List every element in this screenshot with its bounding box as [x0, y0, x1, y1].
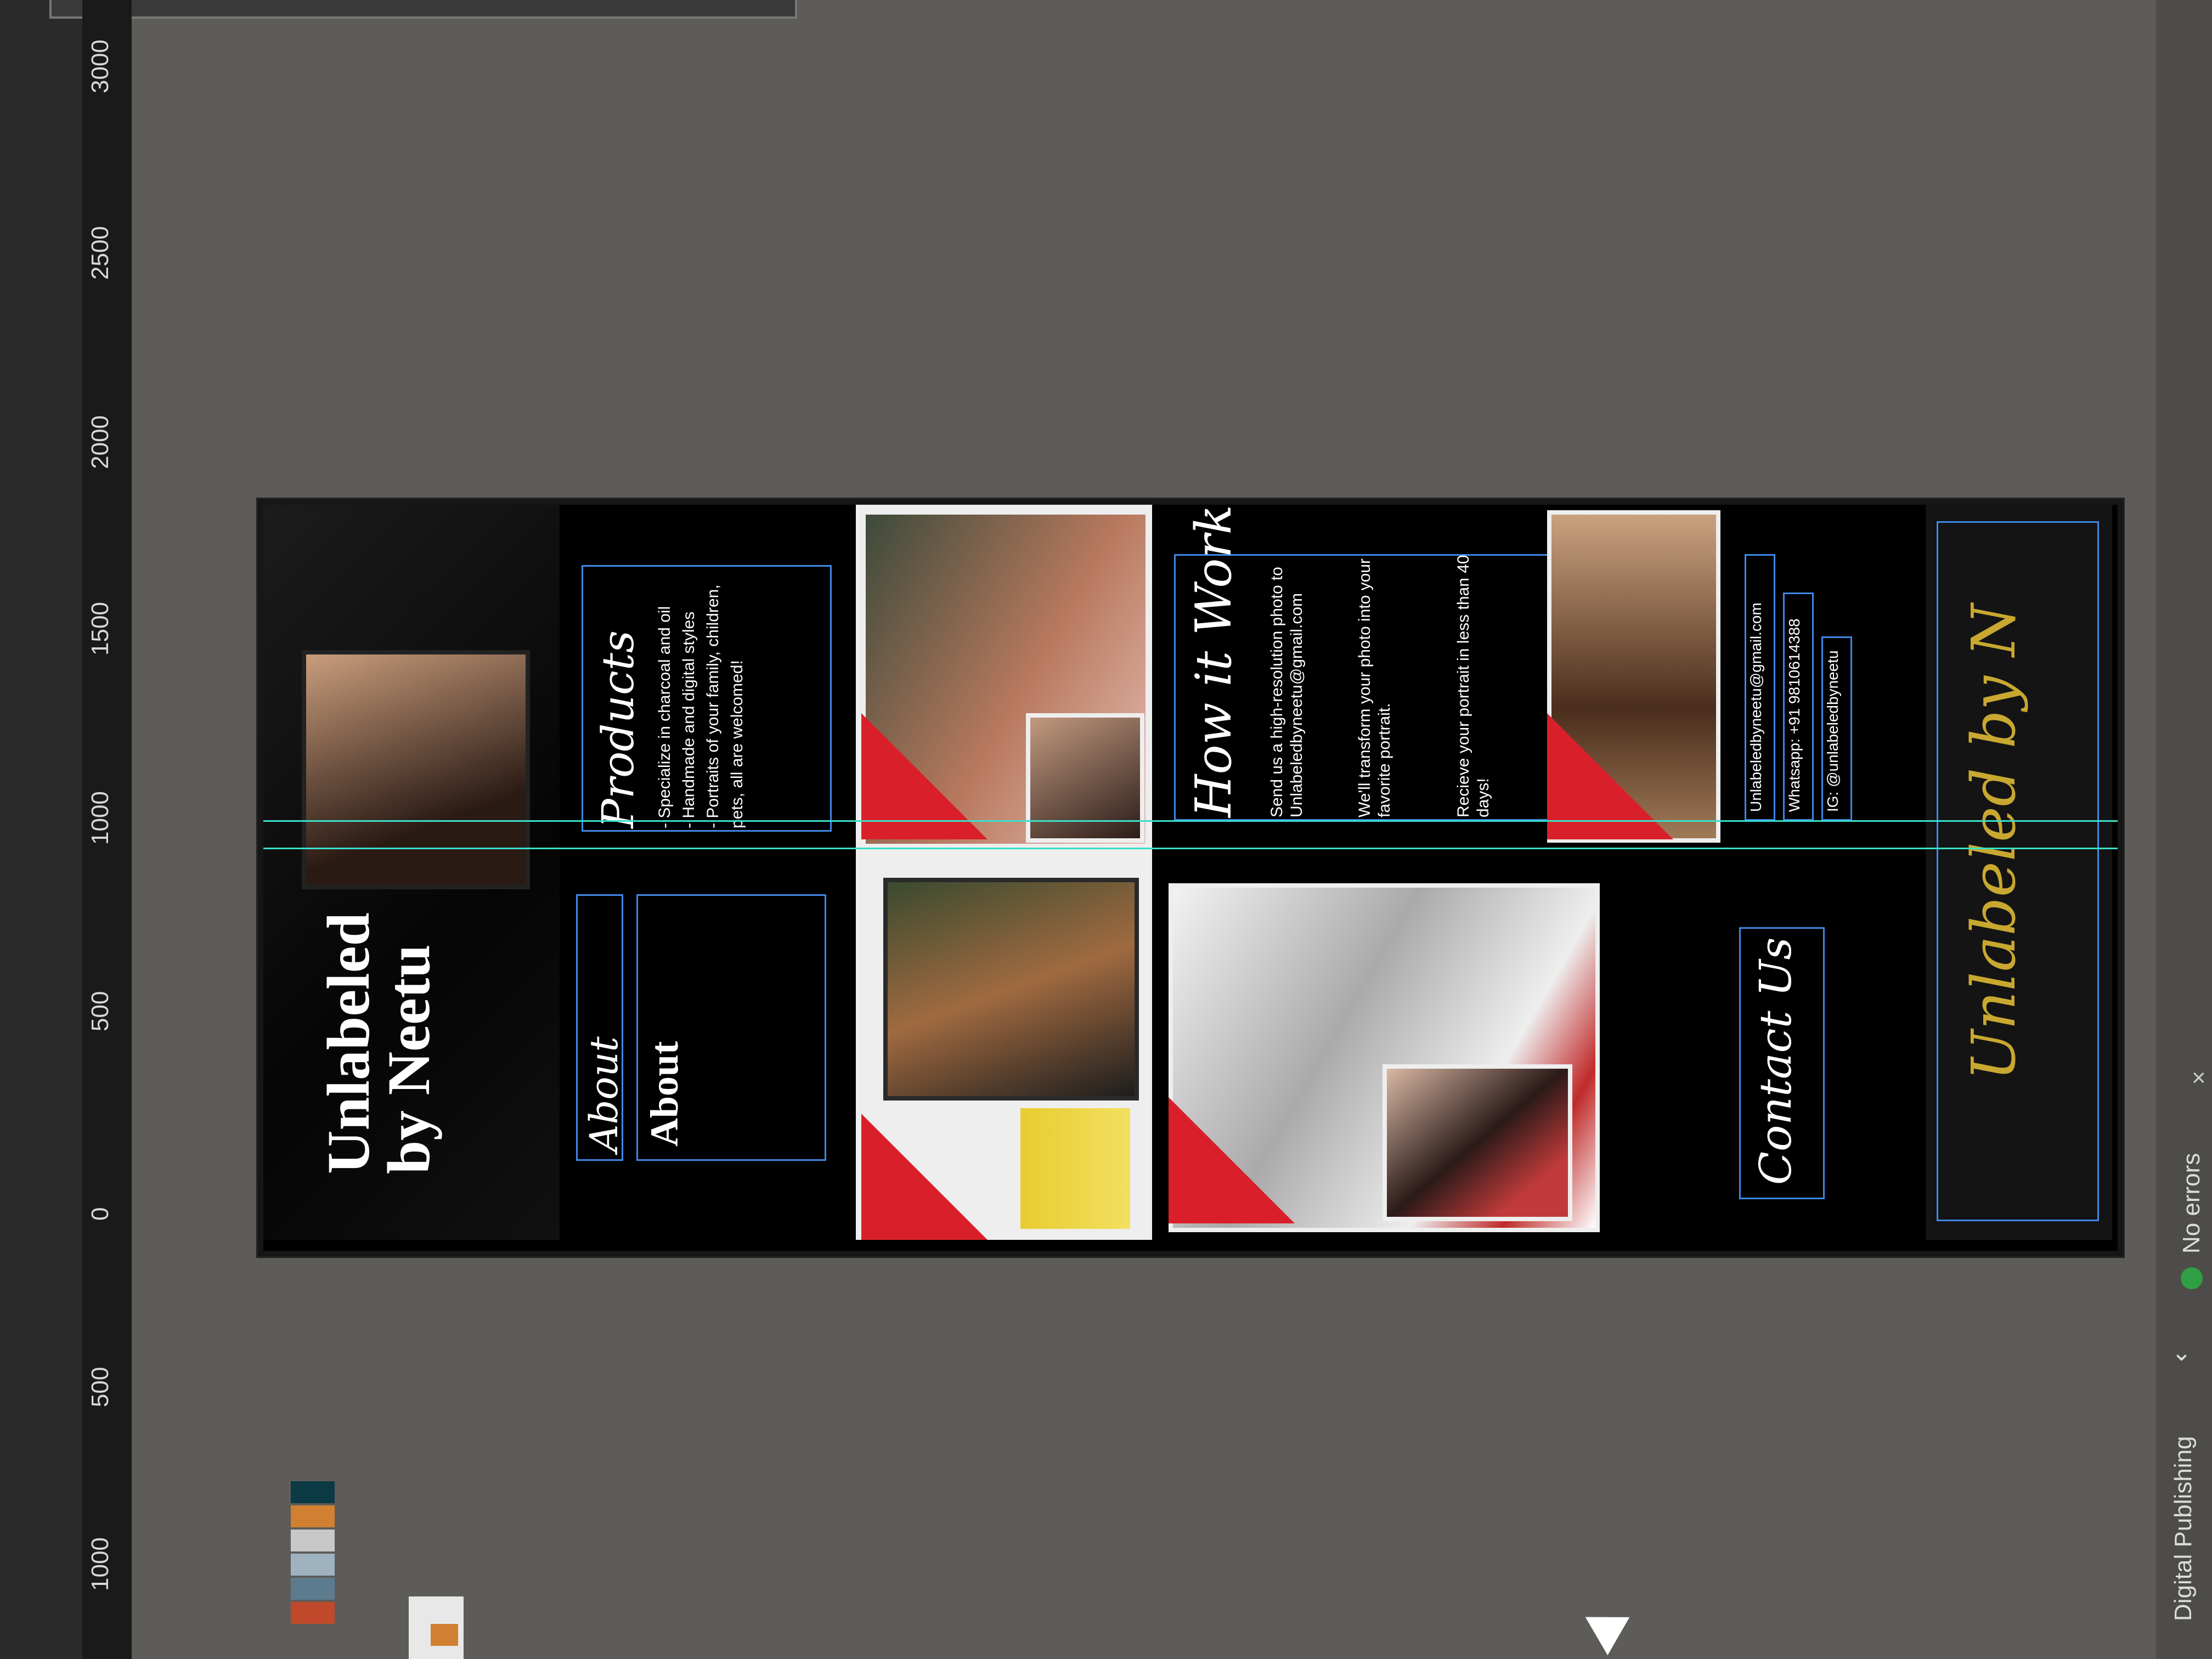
ruler-label: 2000 — [87, 415, 114, 469]
status-ok-icon — [2181, 1267, 2203, 1289]
portrait-photo[interactable] — [302, 650, 530, 889]
how-step-2: We'll transform your photo into your fav… — [1356, 558, 1393, 817]
cover-panel[interactable]: Unlabeled by Neetu — [263, 505, 561, 1240]
ruler-label: 1000 — [87, 1537, 114, 1591]
brochure-spread[interactable]: Unlabeled by Neetu Products - Specialize… — [258, 499, 2123, 1256]
ruler-label: 2500 — [87, 226, 114, 280]
how-it-works-panel[interactable]: How it Works Send us a high-resolution p… — [1152, 505, 1724, 1240]
photo-pillow — [1020, 1108, 1130, 1229]
how-step-1: Send us a high-resolution photo to Unlab… — [1268, 567, 1306, 817]
errors-status[interactable]: No errors — [2178, 1153, 2205, 1254]
about-script-heading: About — [582, 1036, 627, 1152]
color-swatch[interactable] — [291, 1505, 335, 1527]
ruler-label: 500 — [87, 991, 114, 1031]
products-about-panel[interactable]: Products - Specialize in charcoal and oi… — [560, 505, 857, 1240]
color-swatch[interactable] — [291, 1602, 335, 1624]
chevron-down-icon[interactable]: ⌄ — [2171, 1339, 2192, 1367]
products-item: - Specialize in charcoal and oil — [656, 606, 674, 828]
contact-whatsapp: Whatsapp: +91 9810614388 — [1786, 618, 1803, 812]
guide-line[interactable] — [263, 820, 2118, 822]
cursor-arrow-icon — [1574, 1598, 1630, 1656]
color-swatch[interactable] — [291, 1578, 335, 1600]
workspace-label[interactable]: Digital Publishing — [2170, 1436, 2197, 1621]
photo-framed-painting[interactable] — [883, 878, 1139, 1101]
products-item: - Portraits of your family, children, pe… — [704, 584, 746, 828]
photo-inset-selfie[interactable] — [1026, 713, 1144, 843]
brand-title: Unlabeled by Neetu — [315, 912, 442, 1174]
red-corner-accent — [861, 1114, 988, 1240]
photo-collage-panel[interactable] — [856, 505, 1154, 1240]
contact-panel[interactable]: Unlabeledbyneetu@gmail.com Whatsapp: +91… — [1723, 505, 1927, 1240]
ruler-label: 0 — [87, 1207, 114, 1221]
swatch-panel-secondary[interactable] — [409, 1596, 464, 1659]
about-heading: About — [642, 1041, 686, 1147]
floating-window-edge — [49, 0, 797, 19]
contact-instagram: IG: @unlabeledbyneetu — [1824, 650, 1841, 812]
color-swatch[interactable] — [291, 1481, 335, 1503]
products-list: - Specialize in charcoal and oil - Handm… — [653, 571, 749, 828]
color-swatch[interactable] — [291, 1554, 335, 1576]
back-cover-panel[interactable]: Unlabeled by N — [1926, 505, 2112, 1240]
panel-dock-left — [0, 0, 82, 1659]
guide-line[interactable] — [263, 848, 2118, 849]
ruler-label: 500 — [87, 1367, 114, 1407]
red-corner-accent — [1169, 1097, 1295, 1223]
how-heading: How it Works — [1185, 505, 1243, 817]
brand-title-line2: by Neetu — [375, 944, 442, 1174]
ruler-label: 1000 — [87, 791, 114, 845]
back-logo: Unlabeled by N — [1959, 603, 2029, 1081]
vertical-ruler[interactable]: 3000 2500 2000 1500 1000 500 0 500 1000 — [82, 0, 132, 1659]
products-item: - Handmade and digital styles — [680, 611, 698, 828]
swatch-panel[interactable] — [291, 1481, 346, 1659]
contact-email[interactable]: Unlabeledbyneetu@gmail.com — [1747, 602, 1765, 812]
contact-heading: Contact Us — [1750, 937, 1801, 1185]
products-heading: Products — [592, 630, 644, 828]
how-step-3: Recieve your portrait in less than 40 da… — [1454, 555, 1492, 817]
ruler-label: 1500 — [87, 602, 114, 656]
status-bar — [2156, 0, 2212, 1659]
color-swatch[interactable] — [291, 1530, 335, 1551]
close-icon[interactable]: × — [2192, 1064, 2206, 1092]
brand-title-line1: Unlabeled — [315, 912, 382, 1174]
ruler-label: 3000 — [87, 40, 114, 93]
photo-inset-reference[interactable] — [1383, 1064, 1572, 1221]
